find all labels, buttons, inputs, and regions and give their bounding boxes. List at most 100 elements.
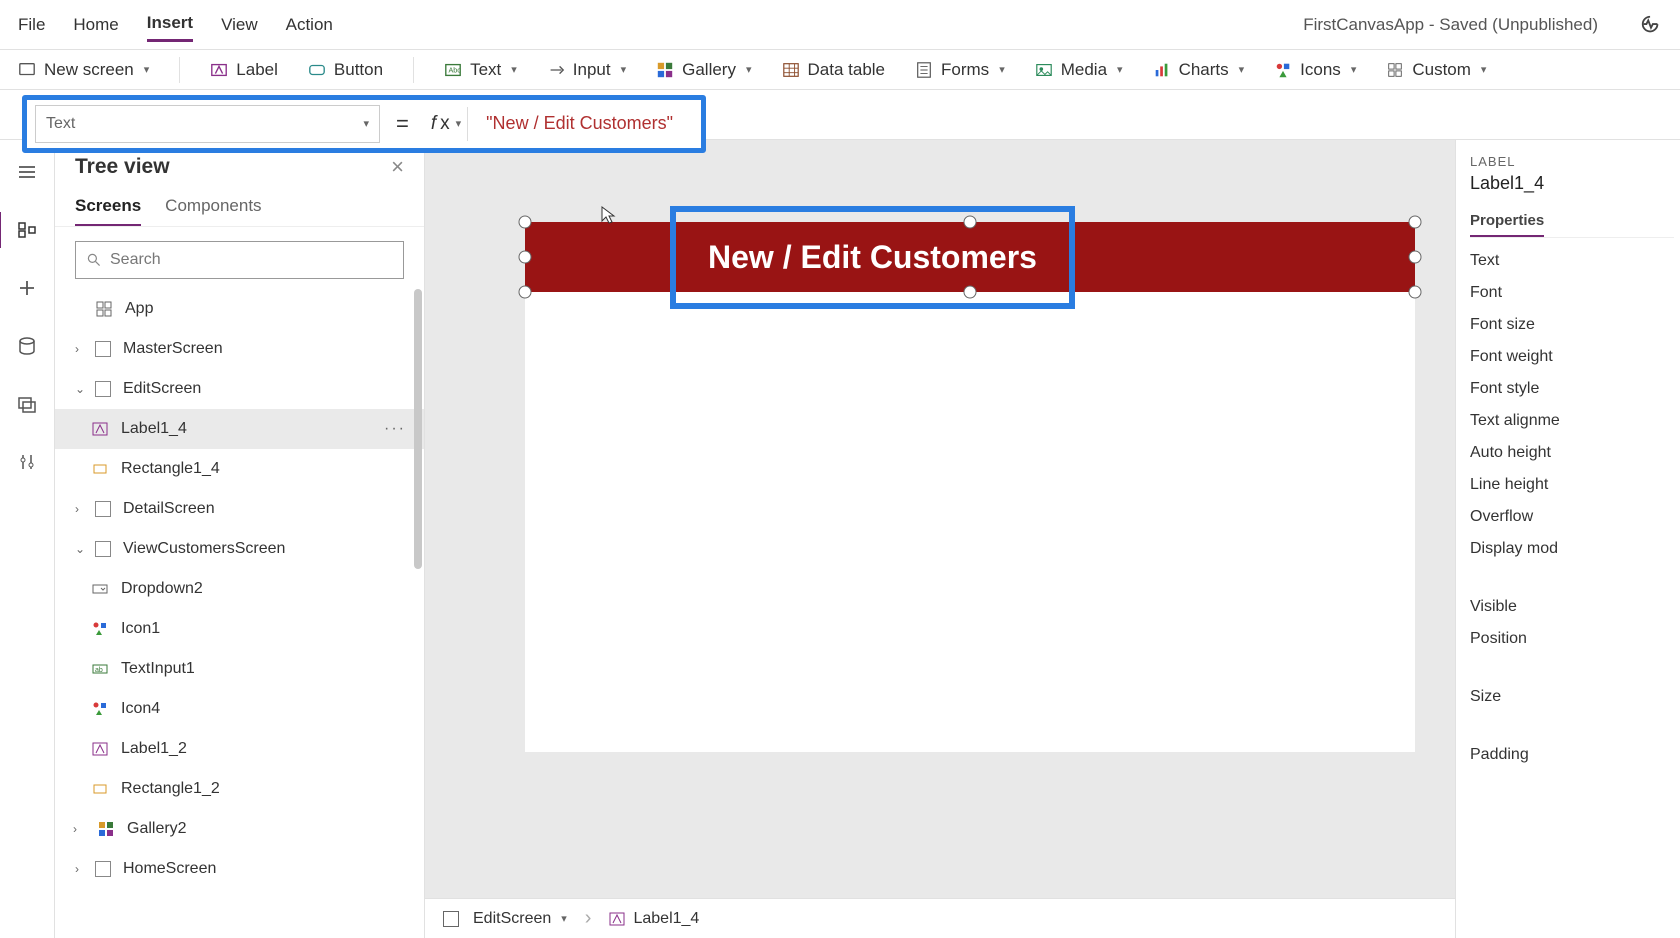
- tab-components[interactable]: Components: [165, 188, 261, 226]
- menu-action[interactable]: Action: [286, 9, 333, 41]
- breadcrumb-separator: ›: [585, 907, 592, 930]
- hamburger-icon[interactable]: [9, 154, 45, 190]
- prop-row[interactable]: Text: [1470, 238, 1680, 270]
- new-screen-label: New screen: [44, 60, 134, 80]
- prop-row[interactable]: Text alignme: [1470, 398, 1680, 430]
- svg-text:ab: ab: [95, 667, 103, 674]
- chevron-down-icon: ▾: [999, 63, 1005, 76]
- tree-scrollbar[interactable]: [414, 289, 422, 569]
- left-rail: [0, 140, 55, 938]
- chevron-down-icon: ▾: [456, 117, 462, 130]
- insert-text-label: Text: [470, 60, 501, 80]
- search-icon: [86, 252, 102, 268]
- selection-handles[interactable]: [517, 214, 1423, 300]
- insert-custom-dropdown[interactable]: Custom ▾: [1386, 60, 1486, 80]
- prop-row[interactable]: Font: [1470, 270, 1680, 302]
- insert-input-dropdown[interactable]: Input▾: [547, 60, 626, 80]
- insert-charts-dropdown[interactable]: Charts ▾: [1153, 60, 1245, 80]
- canvas-breadcrumb: EditScreen▾ › Label1_4: [425, 898, 1455, 938]
- more-options-icon[interactable]: ···: [384, 420, 406, 438]
- tree-node-icon4[interactable]: Icon4: [55, 689, 424, 729]
- fx-button[interactable]: fx▾: [425, 107, 468, 141]
- tree-node-editscreen[interactable]: ⌄EditScreen: [55, 369, 424, 409]
- insert-ribbon: New screen▾ Label Button Abc Text▾ Input…: [0, 50, 1680, 90]
- prop-row[interactable]: Font style: [1470, 366, 1680, 398]
- tree-node-rectangle12[interactable]: Rectangle1_2: [55, 769, 424, 809]
- chevron-down-icon: ▾: [1117, 63, 1123, 76]
- insert-gallery-dropdown[interactable]: Gallery ▾: [656, 60, 751, 80]
- tree-node-label14[interactable]: Label1_4···: [55, 409, 424, 449]
- tree-node-textinput1[interactable]: abTextInput1: [55, 649, 424, 689]
- insert-custom-label: Custom: [1412, 60, 1471, 80]
- prop-row[interactable]: Overflow: [1470, 494, 1680, 526]
- chevron-down-icon: ▾: [511, 63, 517, 76]
- tree-node-gallery2[interactable]: ›Gallery2: [55, 809, 424, 849]
- insert-gallery-label: Gallery: [682, 60, 736, 80]
- app-health-icon[interactable]: [1640, 14, 1662, 36]
- menu-view[interactable]: View: [221, 9, 258, 41]
- prop-row[interactable]: Display mod: [1470, 526, 1680, 558]
- menu-file[interactable]: File: [18, 9, 45, 41]
- chevron-down-icon: ▾: [561, 912, 567, 925]
- prop-row[interactable]: Line height: [1470, 462, 1680, 494]
- property-selector-value: Text: [46, 115, 75, 133]
- search-placeholder: Search: [110, 251, 161, 269]
- media-rail-icon[interactable]: [9, 386, 45, 422]
- app-status-text: FirstCanvasApp - Saved (Unpublished): [1303, 15, 1598, 35]
- chevron-down-icon: ▾: [1239, 63, 1245, 76]
- insert-charts-label: Charts: [1179, 60, 1229, 80]
- insert-label-text: Label: [236, 60, 278, 80]
- tree-node-icon1[interactable]: Icon1: [55, 609, 424, 649]
- add-icon[interactable]: [9, 270, 45, 306]
- advanced-tools-icon[interactable]: [9, 444, 45, 480]
- tree-scroll-area[interactable]: App ›MasterScreen ⌄EditScreen Label1_4··…: [55, 289, 424, 938]
- insert-label-button[interactable]: Label: [210, 60, 278, 80]
- tree-node-app[interactable]: App: [55, 289, 424, 329]
- data-icon[interactable]: [9, 328, 45, 364]
- prop-row[interactable]: Size: [1470, 674, 1680, 706]
- tree-node-dropdown2[interactable]: Dropdown2: [55, 569, 424, 609]
- insert-forms-dropdown[interactable]: Forms▾: [915, 60, 1005, 80]
- menu-home[interactable]: Home: [73, 9, 118, 41]
- prop-row[interactable]: Auto height: [1470, 430, 1680, 462]
- prop-row[interactable]: Font size: [1470, 302, 1680, 334]
- prop-row[interactable]: Position: [1470, 616, 1680, 648]
- chevron-down-icon: ▾: [1481, 63, 1487, 76]
- ribbon-separator: [413, 57, 414, 83]
- tree-view-icon[interactable]: [0, 212, 53, 248]
- formula-highlight: Text ▾ = fx▾ "New / Edit Customers": [22, 95, 706, 153]
- close-panel-icon[interactable]: ×: [391, 154, 404, 180]
- new-screen-button[interactable]: New screen▾: [18, 60, 149, 80]
- tab-screens[interactable]: Screens: [75, 188, 141, 226]
- insert-media-dropdown[interactable]: Media▾: [1035, 60, 1123, 80]
- tree-node-viewcustomers[interactable]: ⌄ViewCustomersScreen: [55, 529, 424, 569]
- insert-icons-dropdown[interactable]: Icons▾: [1274, 60, 1356, 80]
- tree-search-input[interactable]: Search: [75, 241, 404, 279]
- insert-input-label: Input: [573, 60, 611, 80]
- breadcrumb-screen[interactable]: EditScreen▾: [443, 910, 567, 928]
- insert-data-table-button[interactable]: Data table: [782, 60, 886, 80]
- canvas-area[interactable]: New / Edit Customers EditScreen▾ › Label…: [425, 140, 1455, 938]
- property-selector[interactable]: Text ▾: [35, 105, 380, 143]
- tree-node-detailscreen[interactable]: ›DetailScreen: [55, 489, 424, 529]
- formula-input[interactable]: "New / Edit Customers": [478, 107, 693, 141]
- tree-node-rectangle14[interactable]: Rectangle1_4: [55, 449, 424, 489]
- prop-row[interactable]: Font weight: [1470, 334, 1680, 366]
- insert-text-dropdown[interactable]: Abc Text▾: [444, 60, 517, 80]
- tree-node-label12[interactable]: Label1_2: [55, 729, 424, 769]
- insert-button-text: Button: [334, 60, 383, 80]
- tab-properties[interactable]: Properties: [1470, 206, 1544, 237]
- tree-view-title: Tree view: [75, 155, 170, 179]
- tree-view-panel: Tree view × Screens Components Search Ap…: [55, 140, 425, 938]
- prop-row[interactable]: Visible: [1470, 584, 1680, 616]
- breadcrumb-control[interactable]: Label1_4: [609, 910, 699, 928]
- prop-row[interactable]: Padding: [1470, 732, 1680, 764]
- formula-bar: Text ▾ = fx▾ "New / Edit Customers": [0, 90, 1680, 140]
- insert-button-button[interactable]: Button: [308, 60, 383, 80]
- menu-insert[interactable]: Insert: [147, 7, 193, 42]
- screen-canvas[interactable]: [525, 222, 1415, 752]
- tree-node-homescreen[interactable]: ›HomeScreen: [55, 849, 424, 889]
- tree-node-masterscreen[interactable]: ›MasterScreen: [55, 329, 424, 369]
- equals-sign: =: [390, 111, 415, 137]
- chevron-down-icon: ▾: [746, 63, 752, 76]
